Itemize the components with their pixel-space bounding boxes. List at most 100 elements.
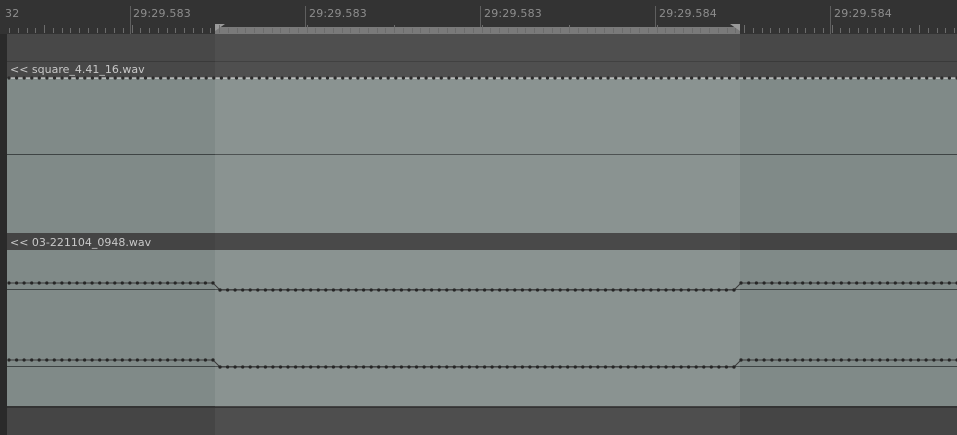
envelope-point bbox=[181, 281, 185, 285]
envelope-point bbox=[634, 288, 638, 292]
envelope-point bbox=[52, 76, 57, 80]
envelope-point bbox=[561, 76, 565, 80]
envelope-point bbox=[634, 365, 638, 369]
envelope-point bbox=[286, 288, 290, 292]
envelope-point bbox=[106, 76, 110, 80]
envelope-point bbox=[241, 288, 245, 292]
envelope-point bbox=[862, 281, 867, 285]
envelope-point bbox=[588, 288, 593, 292]
envelope-point bbox=[392, 288, 396, 292]
envelope-point bbox=[424, 76, 428, 80]
envelope-point bbox=[189, 76, 193, 80]
envelope-point bbox=[735, 76, 739, 80]
envelope-point bbox=[437, 365, 441, 369]
envelope-point bbox=[467, 365, 471, 369]
envelope-line bbox=[9, 282, 957, 291]
envelope-point bbox=[30, 358, 34, 362]
envelope-point bbox=[37, 358, 41, 362]
envelope-point bbox=[834, 76, 838, 80]
envelope-point bbox=[166, 358, 170, 362]
envelope-point bbox=[558, 365, 562, 369]
envelope-point bbox=[219, 76, 223, 80]
envelope-point bbox=[294, 288, 298, 292]
envelope-point bbox=[770, 358, 774, 362]
envelope-point bbox=[523, 76, 527, 80]
envelope-point bbox=[143, 281, 147, 285]
envelope-point bbox=[743, 76, 747, 80]
envelope-point bbox=[362, 365, 366, 369]
envelope-point bbox=[762, 281, 766, 285]
gain-envelopes[interactable] bbox=[0, 0, 957, 435]
envelope-point bbox=[422, 288, 426, 292]
envelope-point bbox=[924, 281, 928, 285]
envelope-point bbox=[377, 288, 381, 292]
envelope-point bbox=[596, 365, 600, 369]
envelope-point bbox=[45, 281, 49, 285]
envelope-point bbox=[573, 288, 577, 292]
envelope-point bbox=[694, 365, 698, 369]
envelope-point bbox=[211, 281, 215, 285]
envelope-point bbox=[113, 281, 117, 285]
envelope-point bbox=[864, 76, 868, 80]
envelope-point bbox=[98, 358, 102, 362]
envelope-point bbox=[121, 76, 125, 80]
envelope-point bbox=[83, 76, 87, 80]
envelope-point bbox=[932, 76, 936, 80]
envelope-point bbox=[717, 288, 721, 292]
envelope-point bbox=[452, 365, 456, 369]
envelope-point bbox=[37, 281, 41, 285]
envelope-point bbox=[702, 365, 706, 369]
envelope-point bbox=[174, 76, 178, 80]
envelope-point bbox=[452, 288, 456, 292]
envelope-point bbox=[667, 76, 671, 80]
envelope-point bbox=[498, 288, 502, 292]
envelope-point bbox=[576, 76, 580, 80]
envelope-point bbox=[445, 288, 449, 292]
envelope-point bbox=[870, 358, 874, 362]
envelope-point bbox=[90, 281, 94, 285]
envelope-point bbox=[226, 288, 230, 292]
envelope-point bbox=[785, 358, 789, 362]
envelope-point bbox=[407, 365, 411, 369]
envelope-point bbox=[181, 76, 185, 80]
envelope-point bbox=[7, 358, 11, 362]
envelope-point bbox=[785, 281, 789, 285]
envelope-point bbox=[120, 281, 124, 285]
envelope-point bbox=[331, 288, 335, 292]
envelope-point bbox=[816, 358, 820, 362]
envelope-point bbox=[22, 76, 26, 80]
envelope-point bbox=[68, 76, 72, 80]
envelope-point bbox=[324, 288, 328, 292]
envelope-point bbox=[520, 288, 525, 292]
envelope-point bbox=[588, 365, 593, 369]
envelope-point bbox=[839, 281, 843, 285]
envelope-point bbox=[659, 76, 663, 80]
envelope-point bbox=[234, 76, 239, 80]
envelope-point bbox=[513, 365, 517, 369]
envelope-point bbox=[626, 365, 630, 369]
envelope-point bbox=[925, 76, 929, 80]
envelope-point bbox=[803, 76, 807, 80]
envelope-point bbox=[227, 76, 231, 80]
envelope-point bbox=[490, 365, 494, 369]
envelope-point bbox=[113, 358, 117, 362]
envelope-point bbox=[750, 76, 754, 80]
envelope-point bbox=[788, 76, 792, 80]
envelope-point bbox=[901, 281, 905, 285]
envelope-point bbox=[218, 365, 222, 369]
envelope-point bbox=[331, 365, 335, 369]
envelope-point bbox=[770, 281, 774, 285]
envelope-point bbox=[135, 358, 139, 362]
envelope-point bbox=[265, 76, 269, 80]
envelope-point bbox=[932, 358, 936, 362]
envelope-point bbox=[151, 76, 155, 80]
envelope-point bbox=[732, 365, 736, 369]
envelope-point bbox=[22, 281, 26, 285]
envelope-point bbox=[98, 76, 102, 80]
envelope-point bbox=[271, 288, 275, 292]
envelope-point bbox=[354, 365, 358, 369]
envelope-point bbox=[762, 358, 766, 362]
envelope-point bbox=[870, 281, 874, 285]
envelope-point bbox=[371, 76, 375, 80]
envelope-point bbox=[301, 365, 305, 369]
